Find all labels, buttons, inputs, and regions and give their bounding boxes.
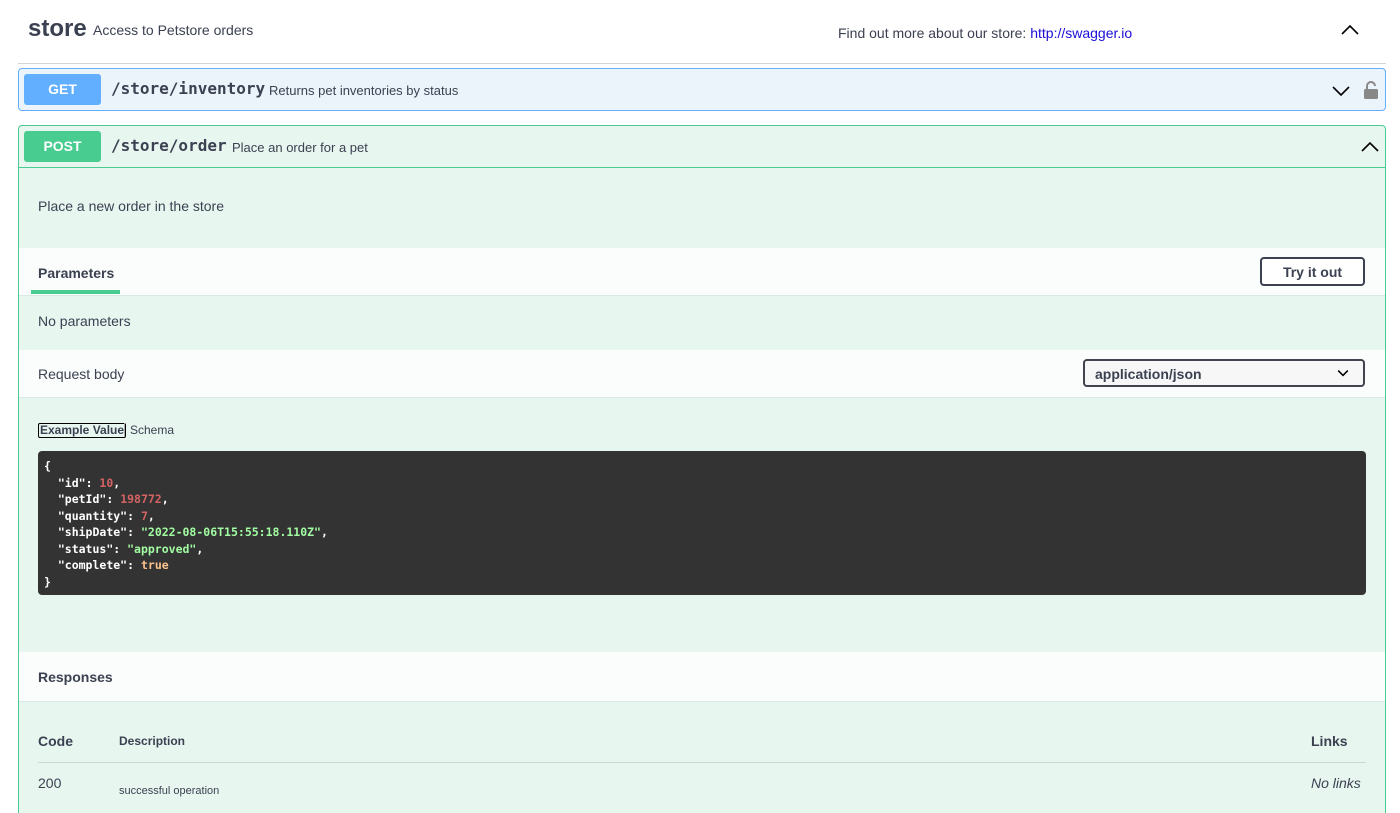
method-badge-post: POST bbox=[24, 131, 101, 162]
code-line: "status": "approved", bbox=[57, 541, 204, 556]
tag-external-text: Find out more about our store: bbox=[838, 25, 1027, 41]
request-body-header: Request body application/json bbox=[19, 350, 1385, 398]
responses-divider bbox=[38, 762, 1366, 763]
operation-path[interactable]: /store/inventory bbox=[111, 79, 265, 98]
tab-parameters[interactable]: Parameters bbox=[38, 265, 114, 281]
opblock-summary-post[interactable]: POST /store/order Place an order for a p… bbox=[19, 126, 1385, 168]
code-line: } bbox=[44, 574, 51, 589]
lock-icon[interactable] bbox=[1363, 80, 1379, 100]
active-tab-indicator bbox=[31, 290, 120, 294]
tag-name[interactable]: store bbox=[28, 15, 87, 43]
code-line: "complete": true bbox=[57, 558, 169, 572]
content-type-value: application/json bbox=[1095, 366, 1202, 382]
method-badge-get: GET bbox=[24, 74, 101, 105]
tag-external-docs: Find out more about our store: http://sw… bbox=[838, 25, 1132, 41]
code-line: "quantity": 7, bbox=[57, 508, 155, 523]
tab-divider bbox=[124, 423, 125, 437]
opblock-summary-get[interactable]: GET /store/inventory Returns pet invento… bbox=[19, 69, 1385, 111]
chevron-down-icon bbox=[1337, 370, 1349, 377]
chevron-up-icon[interactable] bbox=[1340, 20, 1360, 40]
response-links: No links bbox=[1311, 775, 1361, 791]
responses-column-code: Code bbox=[38, 733, 73, 749]
no-parameters-text: No parameters bbox=[38, 313, 131, 329]
example-value-code[interactable]: { "id": 10, "petId": 198772, "quantity":… bbox=[38, 451, 1366, 595]
operation-description: Place a new order in the store bbox=[38, 198, 224, 214]
response-description: successful operation bbox=[119, 785, 220, 797]
operation-summary: Returns pet inventories by status bbox=[269, 83, 459, 98]
tag-description: Access to Petstore orders bbox=[93, 22, 254, 38]
code-line: { bbox=[44, 459, 51, 473]
opblock-post-store-order: POST /store/order Place an order for a p… bbox=[18, 125, 1386, 813]
request-body-label: Request body bbox=[38, 366, 125, 382]
responses-column-description: Description bbox=[119, 734, 186, 748]
parameters-header: Parameters Try it out bbox=[19, 248, 1385, 296]
responses-header: Responses bbox=[19, 652, 1385, 702]
chevron-down-icon[interactable] bbox=[1331, 81, 1351, 101]
tag-external-link[interactable]: http://swagger.io bbox=[1030, 25, 1132, 41]
responses-column-links: Links bbox=[1311, 733, 1348, 749]
operation-path[interactable]: /store/order bbox=[111, 136, 227, 155]
chevron-up-icon[interactable] bbox=[1360, 137, 1380, 157]
responses-title: Responses bbox=[38, 669, 113, 685]
tab-example-value[interactable]: Example Value bbox=[38, 423, 127, 438]
code-line: "shipDate": "2022-08-06T15:55:18.110Z", bbox=[57, 525, 328, 539]
response-code: 200 bbox=[38, 775, 62, 791]
code-line: "id": 10, bbox=[57, 475, 121, 490]
tab-schema[interactable]: Schema bbox=[130, 423, 174, 437]
content-type-select[interactable]: application/json bbox=[1083, 359, 1365, 387]
try-it-out-button[interactable]: Try it out bbox=[1260, 257, 1365, 286]
code-line: "petId": 198772, bbox=[57, 492, 169, 506]
tag-header[interactable]: store Access to Petstore orders Find out… bbox=[18, 0, 1386, 64]
operation-summary: Place an order for a pet bbox=[232, 140, 368, 155]
opblock-get-store-inventory: GET /store/inventory Returns pet invento… bbox=[18, 68, 1386, 111]
